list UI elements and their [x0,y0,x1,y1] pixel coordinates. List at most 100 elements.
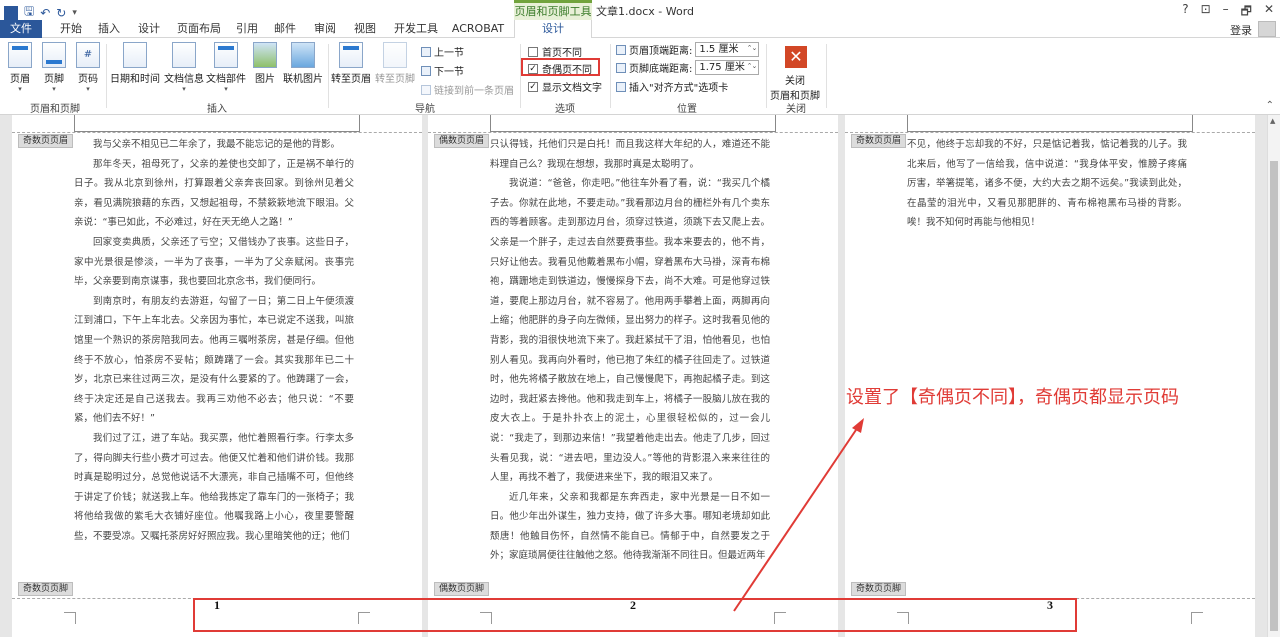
header-label: 页眉 [10,74,30,85]
goto-footer-icon [383,42,407,68]
avatar[interactable] [1258,21,1276,37]
footer-button[interactable]: 页脚 ▾ [40,42,68,93]
goto-header-icon [339,42,363,68]
close-header-footer-button[interactable]: 关闭 页眉和页脚 [766,72,824,102]
link-icon [421,84,431,95]
picture-icon [253,42,277,68]
title-bar: W 🖫 ↶ ↻ ▾ 页眉和页脚工具 文章1.docx - Word ? ⊡ – … [0,0,1280,20]
page-number-button[interactable]: # 页码 ▾ [74,42,102,93]
group-label-navigation: 导航 [415,104,435,115]
scroll-up-icon[interactable]: ▲ [1270,117,1275,125]
tab-review[interactable]: 审阅 [310,20,340,38]
docinfo-button[interactable]: 文档信息 ▾ [164,42,204,93]
next-section-label: 下一节 [434,67,464,78]
collapse-ribbon-icon[interactable]: ⌃ [1266,100,1274,111]
docparts-button[interactable]: 文档部件 ▾ [206,42,246,93]
header-button[interactable]: 页眉 ▾ [6,42,34,93]
link-to-previous-label: 链接到前一条页眉 [434,86,514,97]
odd-footer-tag: 奇数页页脚 [18,582,74,596]
odd-header-tag: 奇数页页眉 [18,134,74,148]
tab-mailings[interactable]: 邮件 [270,20,300,38]
close-hf-label-1: 关闭 [785,76,805,87]
odd-footer-tag: 奇数页页脚 [851,582,907,596]
paragraph: 我与父亲不相见已二年余了，我最不能忘记的是他的背影。 [93,139,341,150]
paragraph: 近几年来，父亲和我都是东奔西走，家中光景是一日不如一日。他少年出外谋生，独力支持… [490,491,770,562]
tab-view[interactable]: 视图 [350,20,380,38]
page-number-label: 页码 [78,74,98,85]
first-page-different-label: 首页不同 [542,48,582,59]
ribbon-tabs: 文件 开始 插入 设计 页面布局 引用 邮件 审阅 视图 开发工具 ACROBA… [0,20,1280,39]
goto-header-label: 转至页眉 [331,74,371,85]
annotation-text: 设置了【奇偶页不同】，奇偶页都显示页码 [846,387,1179,408]
word-logo-icon: W [4,5,18,20]
tab-acrobat[interactable]: ACROBAT [448,20,508,38]
even-header-tag: 偶数页页眉 [434,134,490,148]
datetime-label: 日期和时间 [110,74,160,85]
paragraph: 只认得钱，托他们只是白托！而且我这样大年纪的人，难道还不能料理自己么？我现在想想… [490,139,770,170]
tab-design[interactable]: 设计 [134,20,164,38]
even-footer-tag: 偶数页页脚 [434,582,490,596]
goto-footer-button[interactable]: 转至页脚 [374,42,416,85]
footer-highlight-box [193,598,1077,632]
group-label-header-footer: 页眉和页脚 [30,104,80,115]
odd-even-highlight-box [521,58,600,76]
picture-label: 图片 [255,74,275,85]
prev-section-button[interactable]: 上一节 [421,44,464,59]
prev-section-label: 上一节 [434,48,464,59]
page-body[interactable]: 只认得钱，托他们只是白托！而且我这样大年纪的人，难道还不能料理自己么？我现在想想… [490,135,770,566]
header-position-icon [616,44,626,55]
tab-layout[interactable]: 页面布局 [174,20,224,38]
page-body[interactable]: 不见，他终于忘却我的不好，只是惦记着我，惦记着我的儿子。我北来后，他写了一信给我… [907,135,1187,233]
tab-references[interactable]: 引用 [232,20,262,38]
link-to-previous-button[interactable]: 链接到前一条页眉 [421,82,514,97]
online-picture-button[interactable]: 联机图片 [282,42,324,85]
next-section-button[interactable]: 下一节 [421,63,464,78]
document-info-icon [172,42,196,68]
redo-icon[interactable]: ↻ [56,6,66,20]
vertical-scrollbar[interactable]: ▲ [1267,115,1280,637]
scrollbar-thumb[interactable] [1270,161,1278,631]
online-picture-label: 联机图片 [283,74,323,85]
document-parts-icon [214,42,238,68]
header-top-spinner[interactable]: 1.5 厘米 [695,42,760,57]
page-3: 奇数页页眉 不见，他终于忘却我的不好，只是惦记着我，惦记着我的儿子。我北来后，他… [845,115,1255,637]
group-label-insert: 插入 [207,104,227,115]
tab-developer[interactable]: 开发工具 [390,20,442,38]
show-document-text-checkbox[interactable]: ✓ 显示文档文字 [528,79,602,94]
tab-insert[interactable]: 插入 [94,20,124,38]
footer-bottom-label: 页脚底端距离: [629,64,693,75]
page-1: 奇数页页眉 我与父亲不相见已二年余了，我最不能忘记的是他的背影。 那年冬天，祖母… [12,115,422,637]
insert-alignment-tab-button[interactable]: 插入"对齐方式"选项卡 [616,79,728,94]
first-page-different-checkbox[interactable]: 首页不同 [528,44,582,59]
odd-header-tag: 奇数页页眉 [851,134,907,148]
paragraph: 不见，他终于忘却我的不好，只是惦记着我，惦记着我的儿子。我北来后，他写了一信给我… [907,139,1187,229]
show-document-text-label: 显示文档文字 [542,83,602,94]
paragraph: 那年冬天，祖母死了，父亲的差使也交卸了，正是祸不单行的日子。我从北京到徐州，打算… [74,158,354,229]
undo-icon[interactable]: ↶ [40,6,50,20]
footer-position-icon [616,62,626,73]
picture-button[interactable]: 图片 [252,42,278,85]
login-link[interactable]: 登录 [1230,22,1252,38]
tab-file[interactable]: 文件 [0,20,42,38]
document-area: 奇数页页眉 我与父亲不相见已二年余了，我最不能忘记的是他的背影。 那年冬天，祖母… [0,115,1267,637]
close-header-footer-icon[interactable]: ✕ [785,46,807,68]
online-picture-icon [291,42,315,68]
paragraph: 回家变卖典质，父亲还了亏空；又借钱办了丧事。这些日子，家中光景很是惨淡，一半为了… [74,236,354,288]
group-label-options: 选项 [555,104,575,115]
header-icon [8,42,32,68]
goto-header-button[interactable]: 转至页眉 [330,42,372,85]
tab-hf-design[interactable]: 设计 [514,20,592,39]
context-tool-label: 页眉和页脚工具 [514,0,592,20]
docparts-label: 文档部件 [206,74,246,85]
page-number-icon: # [76,42,100,68]
page-2: 偶数页页眉 只认得钱，托他们只是白托！而且我这样大年纪的人，难道还不能料理自己么… [428,115,838,637]
page-body[interactable]: 我与父亲不相见已二年余了，我最不能忘记的是他的背影。 那年冬天，祖母死了，父亲的… [74,135,354,546]
customize-qat-icon[interactable]: ▾ [72,8,77,18]
tab-home[interactable]: 开始 [56,20,86,38]
paragraph: 到南京时，有朋友约去游逛，勾留了一日；第二日上午便须渡江到浦口，下午上车北去。父… [74,295,354,425]
datetime-button[interactable]: 日期和时间 [108,42,162,85]
insert-alignment-tab-label: 插入"对齐方式"选项卡 [629,83,729,94]
group-label-position: 位置 [677,104,697,115]
footer-bottom-spinner[interactable]: 1.75 厘米 [695,60,760,75]
calendar-icon [123,42,147,68]
